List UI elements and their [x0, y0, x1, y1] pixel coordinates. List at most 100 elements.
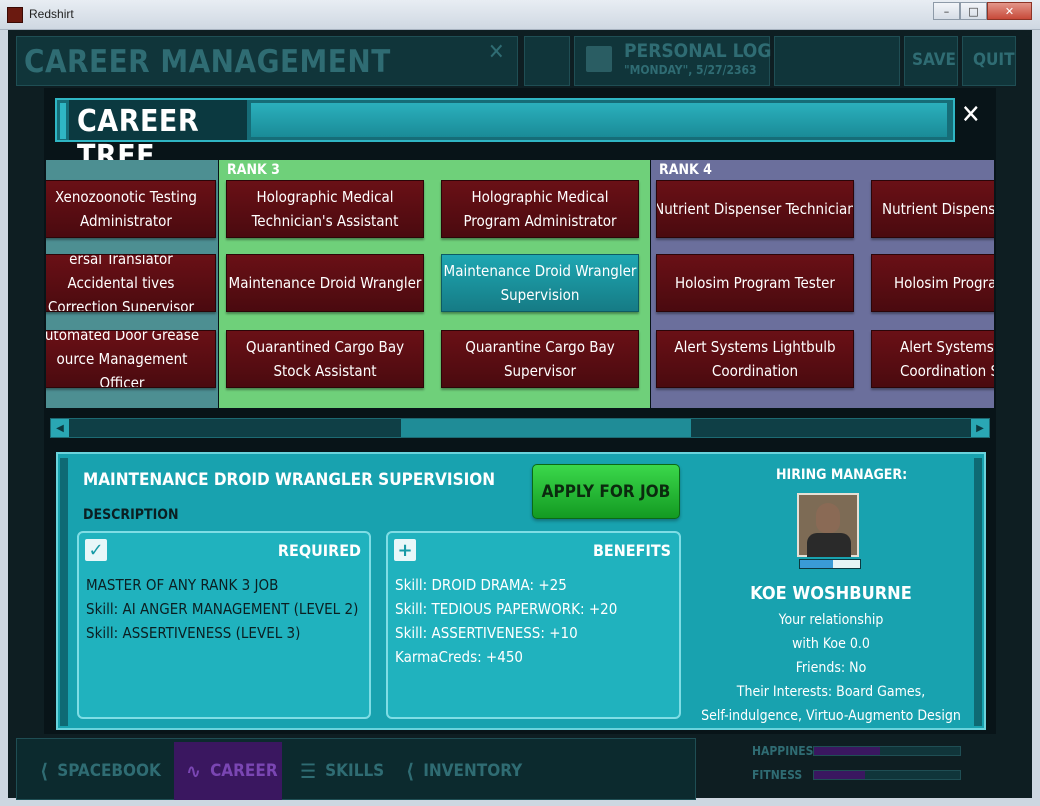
- career-path-icon: ∿: [186, 759, 202, 783]
- job-card-label: Holosim Progran: [894, 274, 994, 292]
- rank-3-label: RANK 3: [227, 162, 280, 178]
- job-card[interactable]: Xenozoonotic Testing Administrator: [46, 180, 216, 238]
- job-card[interactable]: ersal Translator Accidental tives Correc…: [46, 254, 216, 312]
- career-tree-grid: Xenozoonotic Testing Administrator ersal…: [46, 160, 994, 408]
- job-card[interactable]: Alert Systems Lightbulb Coordination: [656, 330, 854, 388]
- bg-panel-mid: [774, 36, 900, 86]
- career-tree-header: CAREER TREE: [55, 98, 955, 174]
- minimize-button[interactable]: –: [933, 2, 960, 20]
- friends-status: Friends: No: [795, 660, 867, 676]
- happiness-label: HAPPINESS: [752, 744, 821, 758]
- benefit-line: Skill: TEDIOUS PAPERWORK: +20: [395, 600, 618, 618]
- relationship-bar: [799, 559, 861, 569]
- benefit-line: KarmaCreds: +450: [395, 648, 523, 666]
- personal-log-date: "MONDAY", 5/27/2363: [624, 63, 757, 77]
- share-icon: ⟨: [40, 759, 49, 783]
- job-card[interactable]: Quarantined Cargo Bay Stock Assistant: [226, 330, 424, 388]
- job-card[interactable]: Maintenance Droid Wrangler: [226, 254, 424, 312]
- benefits-box: + BENEFITS Skill: DROID DRAMA: +25 Skill…: [386, 531, 681, 719]
- tab-career-label: CAREER: [210, 761, 278, 781]
- share-icon: ⟨: [406, 759, 415, 783]
- detail-right-strip: [974, 458, 982, 726]
- description-label: DESCRIPTION: [83, 507, 179, 523]
- window-title: Redshirt: [29, 7, 74, 21]
- relationship-value: with Koe 0.0: [792, 636, 870, 652]
- tab-inventory[interactable]: ⟨ INVENTORY: [394, 742, 524, 800]
- header-deco: [60, 103, 66, 139]
- calendar-icon: [586, 46, 612, 72]
- rank-3-column: RANK 3 Holographic Medical Technician's …: [219, 160, 650, 408]
- detail-left-strip: [60, 458, 68, 726]
- job-card-label: Holographic Medical Technician's Assista…: [251, 188, 399, 230]
- job-card[interactable]: Quarantine Cargo Bay Supervisor: [441, 330, 639, 388]
- benefit-line: Skill: DROID DRAMA: +25: [395, 576, 567, 594]
- scroll-thumb[interactable]: [401, 419, 691, 437]
- personal-log-title: PERSONAL LOG: [624, 40, 772, 62]
- rank-4-label: RANK 4: [659, 162, 712, 178]
- quit-label: QUIT: [973, 50, 1015, 70]
- scroll-right-arrow-icon[interactable]: ▶: [971, 419, 989, 437]
- job-card-label: Maintenance Droid Wrangler: [228, 274, 422, 292]
- save-label: SAVE: [912, 50, 956, 70]
- tab-skills-label: SKILLS: [325, 761, 385, 781]
- happiness-fill: [814, 747, 880, 755]
- window-titlebar: Redshirt – □ ✕: [0, 0, 1040, 30]
- job-card-label: Holographic Medical Program Administrato…: [463, 188, 617, 230]
- hiring-manager-info: Your relationship with Koe 0.0 Friends: …: [700, 608, 962, 728]
- app-icon: [7, 7, 23, 23]
- fitness-bar: [813, 770, 961, 780]
- job-card-label: Xenozoonotic Testing Administrator: [54, 188, 198, 230]
- hiring-manager-avatar[interactable]: [797, 493, 859, 557]
- career-management-title: CAREER MANAGEMENT: [24, 44, 391, 80]
- modal-close-icon[interactable]: ✕: [961, 100, 981, 130]
- job-card[interactable]: Holographic Medical Technician's Assista…: [226, 180, 424, 238]
- tab-spacebook[interactable]: ⟨ SPACEBOOK: [28, 742, 168, 800]
- job-card-selected[interactable]: Maintenance Droid Wrangler Supervision: [441, 254, 639, 312]
- header-bar: [251, 103, 947, 137]
- tab-spacebook-label: SPACEBOOK: [57, 761, 161, 781]
- fitness-fill: [814, 771, 866, 779]
- interests-line: Their Interests: Board Games,: [736, 684, 926, 700]
- job-card-label: Nutrient Dispenser: [882, 200, 994, 218]
- fitness-label: FITNESS: [752, 768, 803, 782]
- job-card[interactable]: Holosim Program Tester: [656, 254, 854, 312]
- plus-icon: +: [394, 539, 416, 561]
- relationship-line: Your relationship: [778, 612, 884, 628]
- job-card-label: Holosim Program Tester: [675, 274, 835, 292]
- tab-skills[interactable]: ☰ SKILLS: [288, 742, 388, 800]
- benefits-header: BENEFITS: [592, 541, 671, 560]
- tree-scrollbar[interactable]: ◀ ▶: [50, 418, 990, 438]
- scroll-left-arrow-icon[interactable]: ◀: [51, 419, 69, 437]
- job-card[interactable]: utomated Door Grease ource Management Of…: [46, 330, 216, 388]
- required-box: ✓ REQUIRED MASTER OF ANY RANK 3 JOB Skil…: [77, 531, 371, 719]
- tab-inventory-label: INVENTORY: [423, 761, 523, 781]
- benefit-line: Skill: ASSERTIVENESS: +10: [395, 624, 578, 642]
- apply-for-job-button[interactable]: APPLY FOR JOB: [532, 464, 680, 519]
- hiring-manager-label: HIRING MANAGER:: [776, 467, 908, 483]
- relationship-fill: [800, 560, 833, 568]
- job-card[interactable]: Holosim Progran: [871, 254, 994, 312]
- rank-4-column: RANK 4 Nutrient Dispenser Technician Hol…: [651, 160, 994, 408]
- maximize-button[interactable]: □: [960, 2, 987, 20]
- job-card[interactable]: Holographic Medical Program Administrato…: [441, 180, 639, 238]
- close-window-button[interactable]: ✕: [987, 2, 1032, 20]
- job-card[interactable]: Alert Systems L Coordination Su: [871, 330, 994, 388]
- required-line: Skill: ASSERTIVENESS (LEVEL 3): [86, 624, 301, 642]
- job-card-label: Quarantine Cargo Bay Supervisor: [465, 338, 615, 380]
- job-card-label: Quarantined Cargo Bay Stock Assistant: [245, 338, 405, 380]
- required-header: REQUIRED: [277, 541, 361, 560]
- job-card[interactable]: Nutrient Dispenser: [871, 180, 994, 238]
- job-card-label: utomated Door Grease ource Management Of…: [46, 330, 200, 388]
- job-card[interactable]: Nutrient Dispenser Technician: [656, 180, 854, 238]
- job-card-label: Alert Systems Lightbulb Coordination: [674, 338, 836, 380]
- rank-2-column: Xenozoonotic Testing Administrator ersal…: [46, 160, 218, 408]
- checkmark-icon: ✓: [85, 539, 107, 561]
- job-detail-title: MAINTENANCE DROID WRANGLER SUPERVISION: [83, 470, 496, 490]
- avatar-body: [807, 533, 851, 557]
- bg-panel-left: [524, 36, 570, 86]
- required-line: MASTER OF ANY RANK 3 JOB: [86, 576, 279, 594]
- career-management-close-icon[interactable]: ✕: [488, 40, 505, 65]
- tab-career[interactable]: ∿ CAREER: [174, 742, 282, 800]
- hiring-manager-name: KOE WOSHBURNE: [750, 583, 912, 604]
- job-card-label: ersal Translator Accidental tives Correc…: [47, 254, 195, 312]
